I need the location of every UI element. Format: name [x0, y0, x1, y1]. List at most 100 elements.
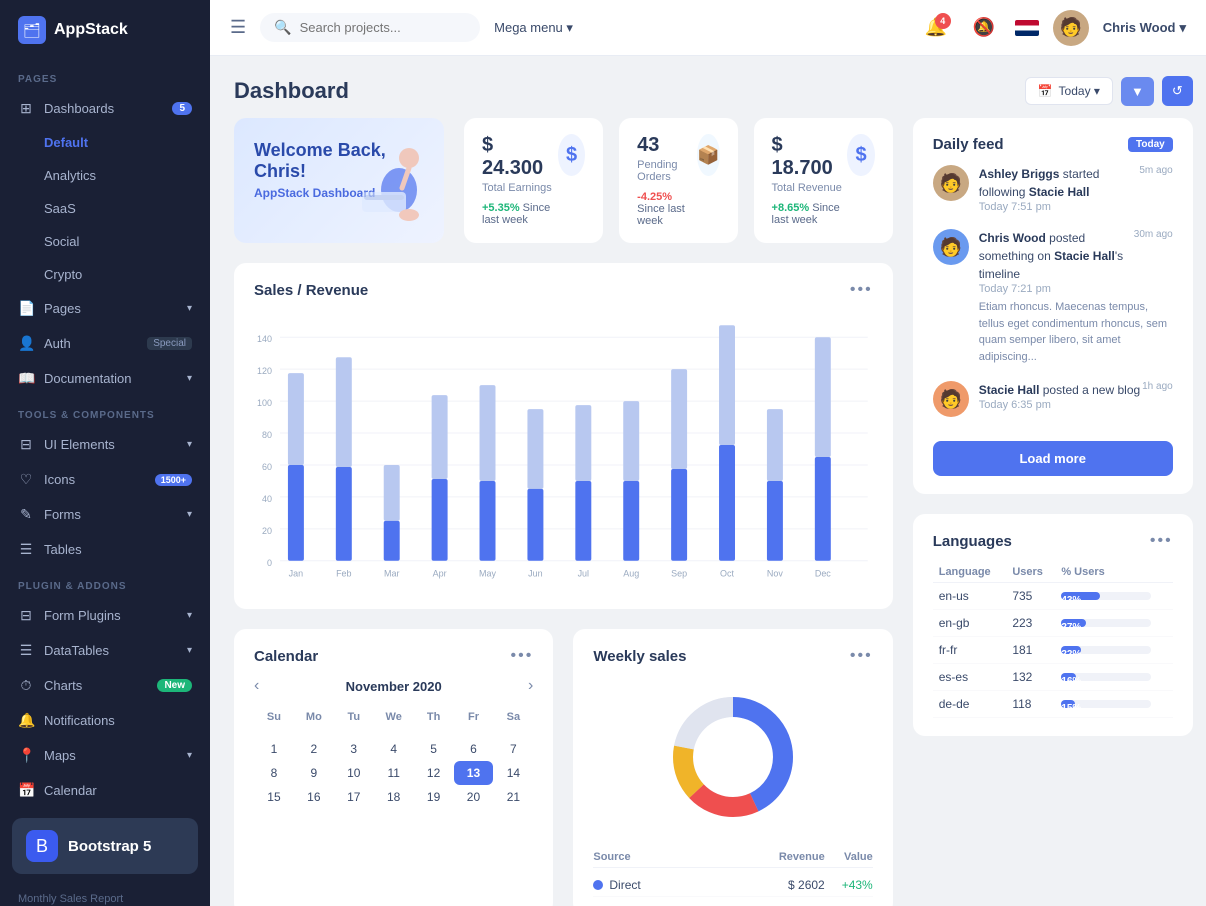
bootstrap-pill[interactable]: B Bootstrap 5	[12, 818, 198, 874]
sales-chart-container: 0 20 40 60 80 100 120 140	[254, 311, 873, 591]
sales-revenue-card: Sales / Revenue ••• 0 20 40 60 80 100 12…	[234, 263, 893, 609]
mega-menu[interactable]: Mega menu ▾	[494, 20, 573, 36]
sidebar-item-tables[interactable]: ☰ Tables	[0, 532, 210, 567]
sidebar-item-dashboards[interactable]: ⊞ Dashboards 5	[0, 91, 210, 126]
lang-pct-bar: 15%	[1055, 691, 1172, 718]
dashboard-controls: 📅 Today ▾ ▼ ↺	[1025, 76, 1193, 106]
cal-day[interactable]: 4	[374, 737, 414, 761]
cal-day[interactable]: 2	[294, 737, 334, 761]
sidebar-item-form-plugins[interactable]: ⊟ Form Plugins ▾	[0, 598, 210, 633]
cal-day[interactable]: 18	[374, 785, 414, 809]
sidebar-item-maps[interactable]: 📍 Maps ▾	[0, 738, 210, 773]
lang-row: de-de 118 15%	[933, 691, 1173, 718]
sidebar-item-saas[interactable]: SaaS	[0, 192, 210, 225]
sidebar-item-monthly-report[interactable]: Monthly Sales Report	[0, 884, 210, 906]
sidebar-logo[interactable]: 🗂 AppStack	[0, 0, 210, 60]
cal-day-mo: Mo	[294, 707, 334, 727]
sidebar-item-auth[interactable]: 👤 Auth Special	[0, 326, 210, 361]
refresh-button[interactable]: ↺	[1162, 76, 1193, 106]
avatar[interactable]: 🧑	[1053, 10, 1089, 46]
lang-row: es-es 132 16%	[933, 664, 1173, 691]
sidebar-item-calendar[interactable]: 📅 Calendar	[0, 773, 210, 808]
weekly-sales-card: Weekly sales •••	[573, 629, 892, 906]
cal-day[interactable]: 13	[454, 761, 494, 785]
notif-icon: 🔔	[18, 712, 34, 729]
sidebar-item-icons[interactable]: ♡ Icons 1500+	[0, 462, 210, 497]
feed-item-2: 🧑 Chris Wood posted something on Stacie …	[933, 229, 1173, 365]
sidebar-item-label: UI Elements	[44, 437, 115, 452]
languages-title: Languages	[933, 533, 1012, 550]
cal-day[interactable]: 20	[454, 785, 494, 809]
cal-day[interactable]: 9	[294, 761, 334, 785]
today-button[interactable]: 📅 Today ▾	[1025, 77, 1113, 105]
cal-day[interactable]: 12	[414, 761, 454, 785]
sales-chart-menu[interactable]: •••	[850, 281, 873, 299]
cal-day[interactable]: 11	[374, 761, 414, 785]
mute-icon: 🔕	[973, 17, 995, 38]
search-box[interactable]: 🔍	[260, 13, 480, 42]
cal-day[interactable]: 16	[294, 785, 334, 809]
cal-day[interactable]: 6	[454, 737, 494, 761]
sidebar-item-forms[interactable]: ✎ Forms ▾	[0, 497, 210, 532]
cal-prev-button[interactable]: ‹	[254, 677, 259, 695]
sidebar-item-label: Maps	[44, 748, 76, 763]
calendar-title: Calendar	[254, 648, 318, 665]
sidebar-item-notifications[interactable]: 🔔 Notifications	[0, 703, 210, 738]
cal-icon: 📅	[18, 782, 34, 799]
calendar-menu[interactable]: •••	[511, 647, 534, 665]
search-input[interactable]	[300, 20, 440, 35]
svg-text:May: May	[479, 569, 496, 579]
cal-day[interactable]: 19	[414, 785, 454, 809]
sidebar-item-ui-elements[interactable]: ⊟ UI Elements ▾	[0, 427, 210, 462]
sidebar-item-label: Dashboards	[44, 101, 114, 116]
languages-menu[interactable]: •••	[1150, 532, 1173, 550]
sidebar-item-pages[interactable]: 📄 Pages ▾	[0, 291, 210, 326]
cal-day[interactable]: 1	[254, 737, 294, 761]
header-icons: 🔔 4 🔕 🧑 Chris Wood ▾	[919, 10, 1186, 46]
mega-menu-label: Mega menu ▾	[494, 20, 573, 36]
content-right: Daily feed Today 🧑 Ashley Briggs started…	[913, 118, 1193, 906]
content-left: Welcome Back, Chris! AppStack Dashboard	[234, 118, 893, 906]
cal-day[interactable]: 7	[493, 737, 533, 761]
user-name[interactable]: Chris Wood ▾	[1103, 20, 1186, 36]
menu-toggle-icon[interactable]: ☰	[230, 17, 246, 38]
language-flag[interactable]	[1015, 20, 1039, 36]
sidebar-item-analytics[interactable]: Analytics	[0, 159, 210, 192]
load-more-button[interactable]: Load more	[933, 441, 1173, 476]
sidebar-item-datatables[interactable]: ☰ DataTables ▾	[0, 633, 210, 668]
logo-icon: 🗂	[18, 16, 46, 44]
notifications-button[interactable]: 🔔 4	[919, 11, 953, 45]
cal-next-button[interactable]: ›	[528, 677, 533, 695]
sidebar-item-social[interactable]: Social	[0, 225, 210, 258]
weekly-menu[interactable]: •••	[850, 647, 873, 665]
cal-day[interactable]: 21	[493, 785, 533, 809]
stat-card-orders: 43 Pending Orders -4.25% Since last week…	[619, 118, 737, 243]
sidebar-item-charts[interactable]: ⏱ Charts New	[0, 668, 210, 703]
feed-time-3: Today 6:35 pm	[979, 399, 1173, 411]
cal-day[interactable]: 15	[254, 785, 294, 809]
feed-ago-3: 1h ago	[1142, 381, 1173, 399]
sidebar-item-default[interactable]: Default	[0, 126, 210, 159]
feed-desc-2: Etiam rhoncus. Maecenas tempus, tellus e…	[979, 299, 1173, 365]
cal-day[interactable]: 17	[334, 785, 374, 809]
lang-row: fr-fr 181 22%	[933, 637, 1173, 664]
filter-button[interactable]: ▼	[1121, 77, 1154, 106]
cal-day[interactable]: 5	[414, 737, 454, 761]
cal-day[interactable]: 10	[334, 761, 374, 785]
cal-day[interactable]: 8	[254, 761, 294, 785]
cal-day[interactable]: 14	[493, 761, 533, 785]
mute-button[interactable]: 🔕	[967, 11, 1001, 45]
sidebar-item-crypto[interactable]: Crypto	[0, 258, 210, 291]
cal-month-label: November 2020	[346, 679, 442, 694]
cal-day[interactable]: 3	[334, 737, 374, 761]
languages-card: Languages ••• Language Users % Users en-…	[913, 514, 1193, 736]
lang-users: 118	[1006, 691, 1055, 718]
cal-day	[454, 727, 494, 737]
svg-text:Jan: Jan	[289, 569, 303, 579]
sidebar-item-documentation[interactable]: 📖 Documentation ▾	[0, 361, 210, 396]
feed-time-2: Today 7:21 pm	[979, 283, 1173, 295]
bootstrap-icon: B	[26, 830, 58, 862]
feed-text-1: Ashley Briggs started following Stacie H…	[979, 165, 1140, 201]
ui-arrow: ▾	[187, 439, 192, 450]
lang-name: fr-fr	[933, 637, 1007, 664]
